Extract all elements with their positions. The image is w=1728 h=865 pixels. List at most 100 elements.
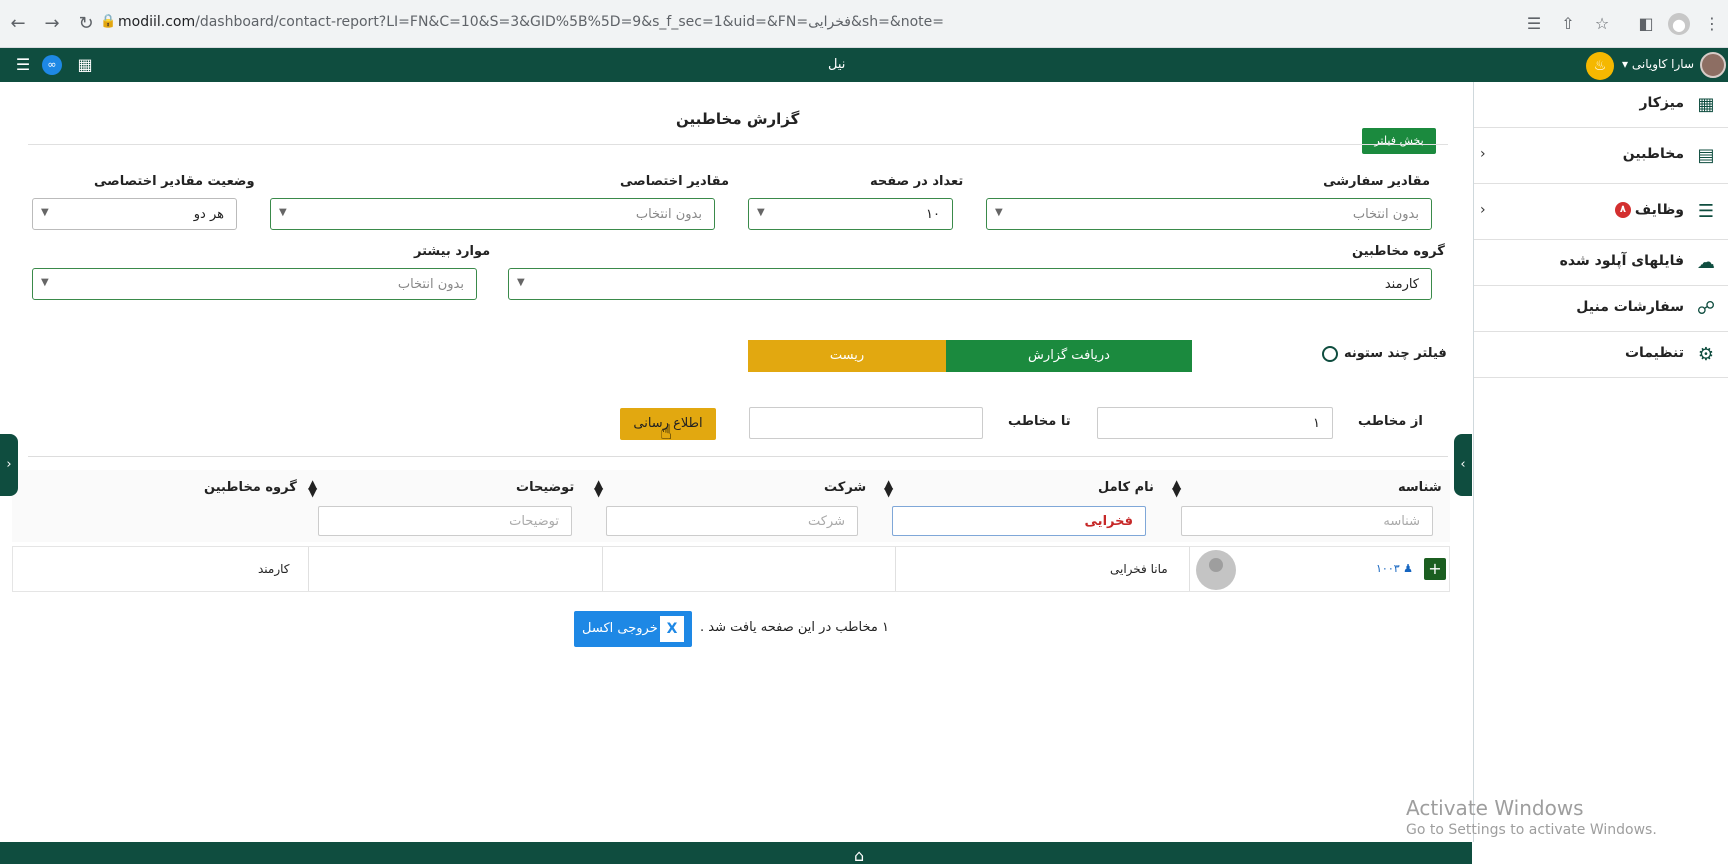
user-name: سارا کاویانی xyxy=(1631,57,1695,71)
bookmark-star-icon[interactable]: ☆ xyxy=(1590,12,1614,36)
multi-column-filter-label: فیلتر چند ستونه xyxy=(1344,346,1447,361)
special-status-label: وضعیت مقادیر اختصاصی xyxy=(94,174,255,189)
share-icon[interactable]: ⇧ xyxy=(1556,12,1580,36)
app-name: نیل xyxy=(828,57,846,72)
special-status-select[interactable]: هر دو ▼ xyxy=(32,198,237,230)
forward-icon[interactable]: → xyxy=(40,12,64,36)
reload-icon[interactable]: ↻ xyxy=(74,12,98,36)
sidebar-item-uploaded-files[interactable]: ☁ فایلهای آپلود شده xyxy=(1474,240,1728,286)
activate-windows-title: Activate Windows xyxy=(1406,796,1584,820)
chevron-down-icon: ▼ xyxy=(517,277,525,288)
sidebar-item-contacts[interactable]: ▤ مخاطبین ‹ xyxy=(1474,128,1728,184)
per-page-select[interactable]: ۱۰ ▼ xyxy=(748,198,953,230)
to-contact-label: تا مخاطب xyxy=(1008,414,1071,429)
chevron-down-icon: ▼ xyxy=(41,277,49,288)
address-bar[interactable]: modiil.com/dashboard/contact-report?LI=F… xyxy=(118,14,944,30)
cell-divider xyxy=(895,547,896,591)
sort-icon[interactable]: ▲ ▼ xyxy=(884,478,893,498)
filter-id-placeholder: شناسه xyxy=(1383,514,1420,529)
sort-icon[interactable]: ▲ ▼ xyxy=(1172,478,1181,498)
from-contact-input[interactable]: ۱ xyxy=(1097,407,1333,439)
bottom-bar xyxy=(0,842,1472,864)
tasks-icon: ☰ xyxy=(1697,201,1715,222)
filter-notes-placeholder: توضیحات xyxy=(509,514,559,529)
sidebar-item-dashboard[interactable]: ▦ میزکار xyxy=(1474,82,1728,128)
filter-fullname-value: فخرایی xyxy=(1084,514,1133,529)
expand-row-button[interactable]: + xyxy=(1424,558,1446,580)
sidebar-item-orders[interactable]: ☍ سفارشات منیل xyxy=(1474,286,1728,332)
filter-fullname-input[interactable]: فخرایی xyxy=(892,506,1146,536)
get-report-button[interactable]: دریافت گزارش xyxy=(946,340,1192,372)
column-header-notes[interactable]: توضیحات xyxy=(516,480,574,495)
sidebar-item-tasks[interactable]: ☰ وظایف۸ ‹ xyxy=(1474,184,1728,240)
contact-group-value: کارمند xyxy=(1384,277,1419,292)
pointer-cursor-icon: ☝ xyxy=(660,420,673,444)
contact-group-label: گروه مخاطبین xyxy=(1352,244,1445,259)
column-header-contact-group[interactable]: گروه مخاطبین xyxy=(204,480,297,495)
per-page-value: ۱۰ xyxy=(926,207,940,222)
dashboard-icon: ▦ xyxy=(1697,94,1715,115)
sort-icon[interactable]: ▲ ▼ xyxy=(594,478,603,498)
contacts-icon: ▤ xyxy=(1697,145,1715,166)
row-group: کارمند xyxy=(258,562,290,576)
reset-button[interactable]: ریست xyxy=(748,340,946,372)
column-header-fullname[interactable]: نام کامل xyxy=(1098,480,1154,495)
page-title: گزارش مخاطبین xyxy=(676,110,800,128)
menu-dots-icon[interactable]: ⋮ xyxy=(1700,12,1724,36)
special-values-select[interactable]: بدون انتخاب ▼ xyxy=(270,198,715,230)
per-page-label: تعداد در صفحه xyxy=(870,174,964,189)
chevron-down-icon: ▼ xyxy=(279,207,287,218)
chevron-down-icon: ▼ xyxy=(757,207,765,218)
excel-icon: X xyxy=(660,616,684,642)
user-menu[interactable]: ▾ سارا کاویانی xyxy=(1622,57,1694,71)
filter-id-input[interactable]: شناسه xyxy=(1181,506,1433,536)
more-options-value: بدون انتخاب xyxy=(397,277,464,292)
left-drawer-toggle[interactable]: › xyxy=(0,434,18,496)
translate-icon[interactable]: ☰ xyxy=(1522,12,1546,36)
lock-icon[interactable]: 🔒 xyxy=(100,14,116,29)
sidebar-item-label: مخاطبین xyxy=(1622,146,1684,162)
sidepanel-icon[interactable]: ◧ xyxy=(1634,12,1658,36)
back-icon[interactable]: ← xyxy=(6,12,30,36)
row-fullname: مانا فخرایی xyxy=(1110,562,1168,576)
more-options-select[interactable]: بدون انتخاب ▼ xyxy=(32,268,477,300)
sidebar-item-label: فایلهای آپلود شده xyxy=(1559,253,1684,269)
custom-values-select[interactable]: بدون انتخاب ▼ xyxy=(986,198,1432,230)
activate-windows-subtitle: Go to Settings to activate Windows. xyxy=(1406,822,1657,838)
filter-company-placeholder: شرکت xyxy=(807,514,845,529)
excel-export-button[interactable]: خروجی اکسل X xyxy=(574,611,692,647)
right-drawer-toggle[interactable]: ‹ xyxy=(1454,434,1472,496)
profile-icon[interactable]: ● xyxy=(1668,13,1690,35)
contact-avatar xyxy=(1196,550,1236,590)
special-values-value: بدون انتخاب xyxy=(635,207,702,222)
home-icon[interactable]: ⌂ xyxy=(854,846,864,865)
to-contact-input[interactable] xyxy=(749,407,983,439)
sort-icon[interactable]: ▲ ▼ xyxy=(308,478,317,498)
special-status-value: هر دو xyxy=(193,207,224,222)
sidebar-item-label: سفارشات منیل xyxy=(1576,299,1684,315)
sidebar-item-settings[interactable]: ⚙ تنظیمات xyxy=(1474,332,1728,378)
chevron-down-icon: ▼ xyxy=(995,207,1003,218)
chevron-down-icon: ▼ xyxy=(41,207,49,218)
from-contact-label: از مخاطب xyxy=(1358,414,1423,429)
column-header-company[interactable]: شرکت xyxy=(824,480,866,495)
gear-icon: ⚙ xyxy=(1697,344,1715,365)
avatar[interactable] xyxy=(1700,52,1726,78)
contact-group-select[interactable]: کارمند ▼ xyxy=(508,268,1432,300)
bell-icon[interactable]: ♨ xyxy=(1586,52,1614,80)
custom-values-value: بدون انتخاب xyxy=(1352,207,1419,222)
tasks-badge: ۸ xyxy=(1614,202,1631,218)
app-header: ☰ ∞ ▦ نیل ♨ ▾ سارا کاویانی xyxy=(0,48,1728,82)
filter-notes-input[interactable]: توضیحات xyxy=(318,506,572,536)
app-logo-icon[interactable]: ∞ xyxy=(42,55,62,75)
more-options-label: موارد بیشتر xyxy=(414,244,491,259)
filter-section-button[interactable]: بخش فیلتر xyxy=(1362,128,1436,154)
checklist-icon[interactable]: ☰ xyxy=(12,54,34,76)
url-domain: modiil.com xyxy=(118,14,196,30)
contact-id-link[interactable]: ۱۰۰۳ ♟ xyxy=(1376,562,1413,575)
multi-column-filter-radio[interactable] xyxy=(1322,346,1338,362)
filter-company-input[interactable]: شرکت xyxy=(606,506,858,536)
url-path: /dashboard/contact-report?LI=FN&C=10&S=3… xyxy=(195,14,945,30)
calendar-icon[interactable]: ▦ xyxy=(74,54,96,76)
column-header-id[interactable]: شناسه xyxy=(1398,480,1442,495)
